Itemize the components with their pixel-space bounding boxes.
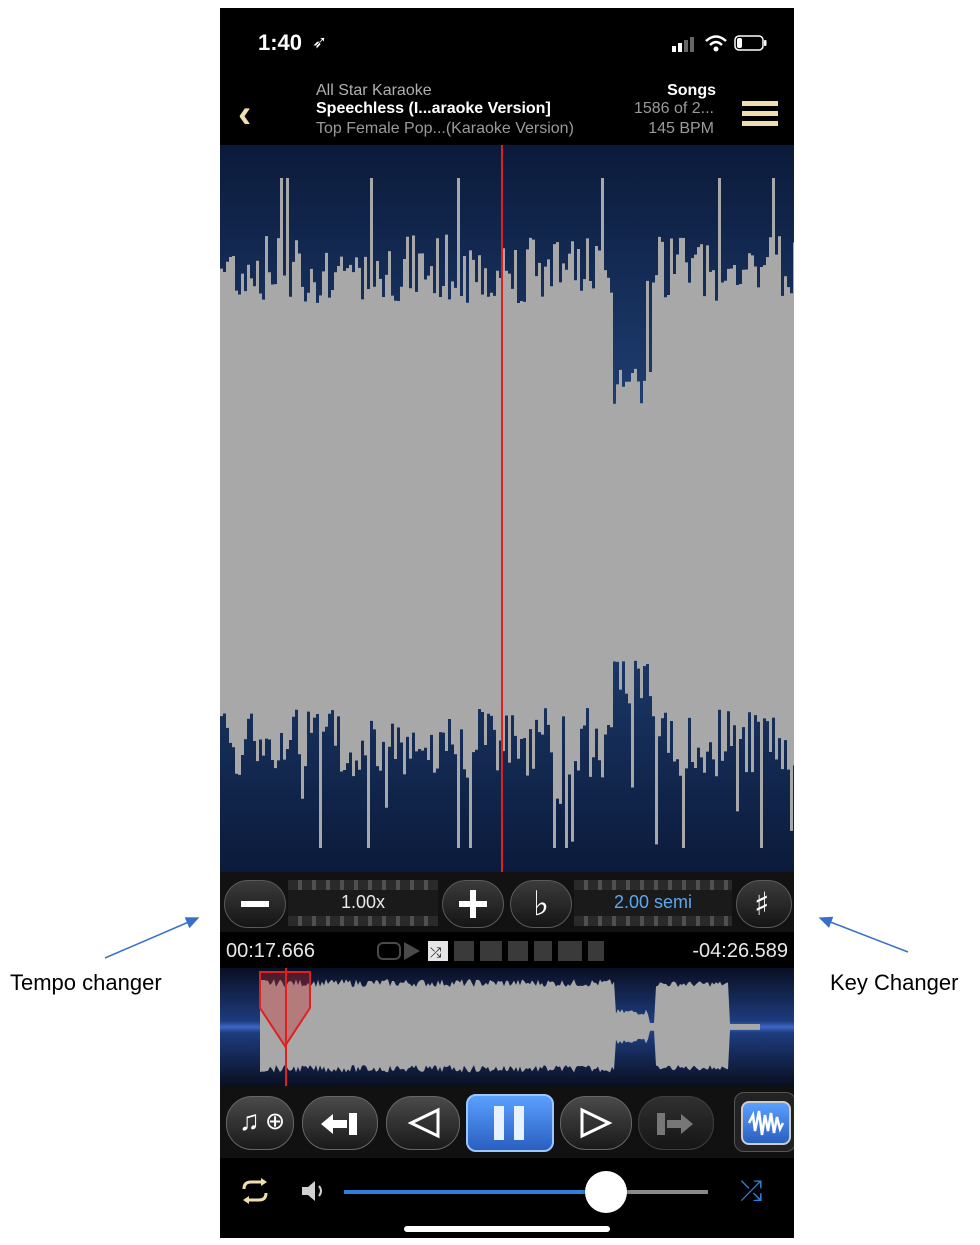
repeat-icon[interactable] bbox=[238, 1178, 272, 1204]
key-readout: 2.00 semi bbox=[574, 880, 732, 926]
jump-to-end-button[interactable] bbox=[638, 1096, 714, 1150]
tempo-decrease-button[interactable] bbox=[224, 880, 286, 928]
forward-icon bbox=[580, 1107, 613, 1139]
app-name: All Star Karaoke bbox=[316, 82, 432, 99]
location-icon: ➶ bbox=[312, 32, 328, 52]
fast-forward-button[interactable] bbox=[560, 1096, 632, 1150]
shuffle-icon[interactable]: ⤮ bbox=[740, 1174, 762, 1208]
elapsed-time: 00:17.666 bbox=[226, 940, 315, 962]
overview-waveform[interactable] bbox=[220, 968, 794, 1086]
waveform-view[interactable] bbox=[220, 145, 794, 872]
wifi-icon bbox=[705, 35, 727, 52]
song-position: 1586 of 2... bbox=[633, 100, 714, 117]
jump-to-start-button[interactable] bbox=[302, 1096, 378, 1150]
status-time: 1:40 bbox=[258, 30, 303, 55]
tempo-annotation-arrow bbox=[104, 917, 200, 959]
key-annotation-label: Key Changer bbox=[830, 970, 959, 995]
jump-start-icon bbox=[321, 1113, 357, 1135]
tempo-key-controls: 1.00x ♭ 2.00 semi ♯ bbox=[220, 872, 794, 932]
rewind-icon bbox=[407, 1107, 440, 1139]
volume-slider-fill bbox=[344, 1190, 607, 1194]
remaining-time: -04:26.589 bbox=[692, 940, 788, 962]
add-note-icon: ♫ bbox=[239, 1105, 260, 1136]
song-album: Top Female Pop...(Karaoke Version) bbox=[316, 120, 574, 137]
tempo-value: 1.00x bbox=[340, 892, 386, 912]
waveform-icon bbox=[747, 1110, 785, 1136]
key-annotation-arrow bbox=[818, 916, 909, 953]
waveform-graphic bbox=[220, 145, 794, 872]
back-chevron-icon[interactable]: ‹ bbox=[238, 94, 251, 134]
bottom-controls: ⤮ bbox=[220, 1158, 794, 1238]
mode-indicator-icons: ⤮ bbox=[377, 941, 604, 961]
pause-icon bbox=[494, 1106, 504, 1140]
status-bar: 1:40 ➶ bbox=[220, 8, 794, 78]
song-header: ‹ All Star Karaoke Speechless (I...araok… bbox=[220, 78, 794, 150]
home-indicator bbox=[404, 1226, 610, 1232]
song-bpm: 145 BPM bbox=[648, 120, 714, 137]
play-pause-button[interactable] bbox=[466, 1094, 554, 1152]
add-to-playlist-button[interactable]: ♫ ⊕ bbox=[226, 1096, 294, 1150]
song-title: Speechless (I...araoke Version] bbox=[316, 100, 551, 117]
section-label[interactable]: Songs bbox=[667, 82, 716, 100]
key-flat-button[interactable]: ♭ bbox=[510, 880, 572, 928]
tempo-increase-button[interactable] bbox=[442, 880, 504, 928]
rewind-button[interactable] bbox=[386, 1096, 460, 1150]
flat-icon: ♭ bbox=[533, 884, 550, 924]
sharp-icon: ♯ bbox=[754, 885, 770, 923]
tempo-annotation-label: Tempo changer bbox=[10, 970, 162, 995]
svg-text:⤮: ⤮ bbox=[430, 945, 441, 961]
phone-screen: 1:40 ➶ ‹ All Star Karaoke Speechless (I.… bbox=[220, 8, 794, 1238]
minus-icon bbox=[241, 901, 269, 907]
waveform-mode-button[interactable] bbox=[734, 1092, 794, 1152]
key-sharp-button[interactable]: ♯ bbox=[736, 880, 792, 928]
transport-bar: ♫ ⊕ bbox=[220, 1086, 794, 1158]
battery-icon bbox=[734, 35, 767, 51]
volume-slider[interactable] bbox=[344, 1171, 708, 1213]
overview-graphic bbox=[259, 968, 760, 1086]
signal-icon bbox=[672, 37, 694, 52]
menu-icon[interactable] bbox=[742, 100, 778, 128]
key-value: 2.00 semi bbox=[613, 892, 693, 912]
tempo-readout: 1.00x bbox=[288, 880, 438, 926]
volume-slider-thumb[interactable] bbox=[585, 1171, 628, 1213]
time-row: 00:17.666 ⤮ -04:26.589 bbox=[220, 932, 794, 968]
jump-end-icon bbox=[657, 1113, 693, 1135]
speaker-icon bbox=[302, 1181, 322, 1201]
